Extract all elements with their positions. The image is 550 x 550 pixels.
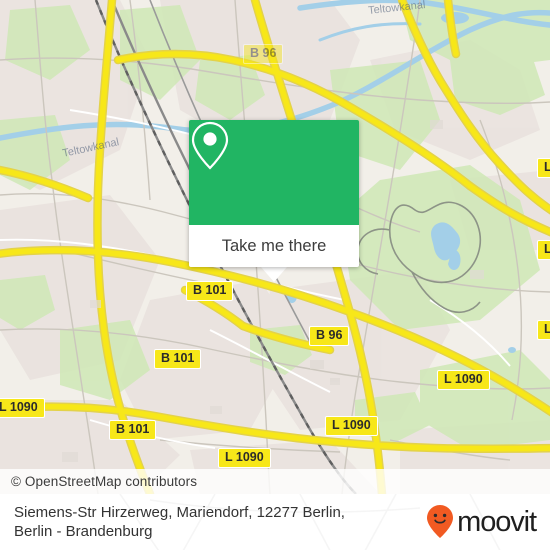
road-shield-b101-south[interactable]: B 101 <box>109 420 157 440</box>
take-me-there-label: Take me there <box>221 236 327 255</box>
callout-tail <box>261 267 287 282</box>
footer-bar: Siemens-Str Hirzerweg, Mariendorf, 12277… <box>0 494 550 550</box>
road-shield-b96-north[interactable]: B 96 <box>243 44 284 64</box>
moovit-wordmark: moovit <box>457 505 537 538</box>
moovit-logo[interactable]: moovit <box>425 504 537 540</box>
callout-pin-panel <box>189 120 359 225</box>
take-me-there-button[interactable]: Take me there <box>189 225 359 267</box>
location-address: Siemens-Str Hirzerweg, Mariendorf, 12277… <box>14 503 345 541</box>
road-shield-eastedge-3[interactable]: L <box>537 320 550 340</box>
road-shield-l1090-center[interactable]: L 1090 <box>325 416 378 436</box>
road-shield-l1090-east[interactable]: L 1090 <box>437 370 490 390</box>
map-canvas[interactable]: Teltowkanal Teltowkanal B 96 B 101 B 96 … <box>0 0 550 494</box>
address-line-2: Berlin - Brandenburg <box>14 523 153 540</box>
road-shield-l1090-westedge[interactable]: L 1090 <box>0 398 45 418</box>
footer-content: Siemens-Str Hirzerweg, Mariendorf, 12277… <box>0 494 550 550</box>
road-shield-eastedge-2[interactable]: L <box>537 240 550 260</box>
road-shield-b101-mid[interactable]: B 101 <box>186 281 234 301</box>
road-shield-l1090-south[interactable]: L 1090 <box>218 448 271 468</box>
attribution-text: © OpenStreetMap contributors <box>11 474 198 489</box>
location-callout-card[interactable]: Take me there <box>189 120 359 282</box>
road-shield-b96-east[interactable]: B 96 <box>309 326 350 346</box>
road-shield-b101-west[interactable]: B 101 <box>154 349 202 369</box>
moovit-smiley-pin-icon <box>427 505 454 538</box>
road-shield-eastedge-1[interactable]: L <box>537 158 550 178</box>
address-line-1: Siemens-Str Hirzerweg, Mariendorf, 12277… <box>14 504 345 521</box>
map-attribution: © OpenStreetMap contributors <box>0 469 550 494</box>
map-screenshot-root: Teltowkanal Teltowkanal B 96 B 101 B 96 … <box>0 0 550 550</box>
map-pin-icon <box>191 121 229 170</box>
